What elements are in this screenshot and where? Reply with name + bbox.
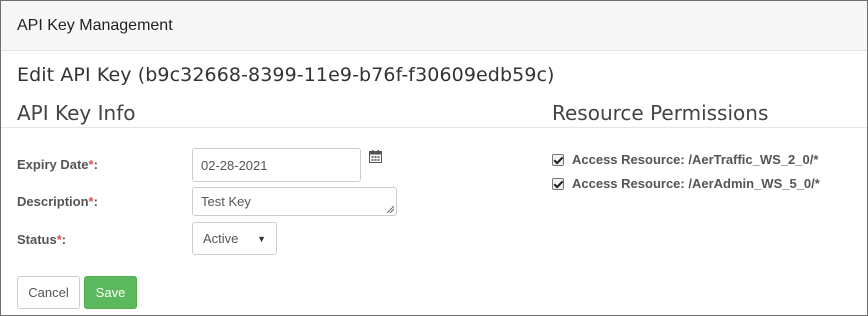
label-colon: : xyxy=(93,157,98,172)
page-title: Edit API Key (b9c32668-8399-11e9-b76f-f3… xyxy=(17,64,555,86)
status-select[interactable]: Active ▼ xyxy=(192,222,277,255)
expiry-date-label: Expiry Date*: xyxy=(17,157,98,172)
section-title-resource-permissions: Resource Permissions xyxy=(552,101,769,125)
header-bar: API Key Management xyxy=(1,1,867,51)
resize-handle-icon[interactable] xyxy=(386,205,394,213)
permission-checkbox[interactable] xyxy=(552,153,564,166)
section-title-api-key-info: API Key Info xyxy=(17,101,136,125)
permission-label: Access Resource: /AerTraffic_WS_2_0/* xyxy=(572,152,819,167)
save-button[interactable]: Save xyxy=(84,276,137,309)
section-divider xyxy=(1,127,867,128)
permission-checkbox[interactable] xyxy=(552,177,564,190)
permission-label: Access Resource: /AerAdmin_WS_5_0/* xyxy=(572,176,820,191)
cancel-button[interactable]: Cancel xyxy=(17,276,80,309)
permission-item[interactable]: Access Resource: /AerTraffic_WS_2_0/* xyxy=(552,152,818,167)
calendar-icon[interactable] xyxy=(369,150,382,163)
status-label-text: Status xyxy=(17,232,57,247)
description-label: Description*: xyxy=(17,194,98,209)
expiry-date-value: 02-28-2021 xyxy=(201,157,268,173)
status-value: Active xyxy=(203,231,239,246)
label-colon: : xyxy=(61,232,67,247)
app-window: API Key Management Edit API Key (b9c3266… xyxy=(0,0,868,316)
caret-down-icon: ▼ xyxy=(257,233,266,244)
expiry-date-label-text: Expiry Date xyxy=(17,157,89,172)
label-colon: : xyxy=(93,194,98,209)
status-label: Status*: xyxy=(17,232,66,247)
expiry-date-input[interactable]: 02-28-2021 xyxy=(192,148,361,182)
app-title: API Key Management xyxy=(17,17,173,34)
description-label-text: Description xyxy=(17,194,89,209)
description-value: Test Key xyxy=(201,194,251,209)
description-textarea[interactable]: Test Key xyxy=(192,187,397,216)
permission-item[interactable]: Access Resource: /AerAdmin_WS_5_0/* xyxy=(552,176,820,191)
